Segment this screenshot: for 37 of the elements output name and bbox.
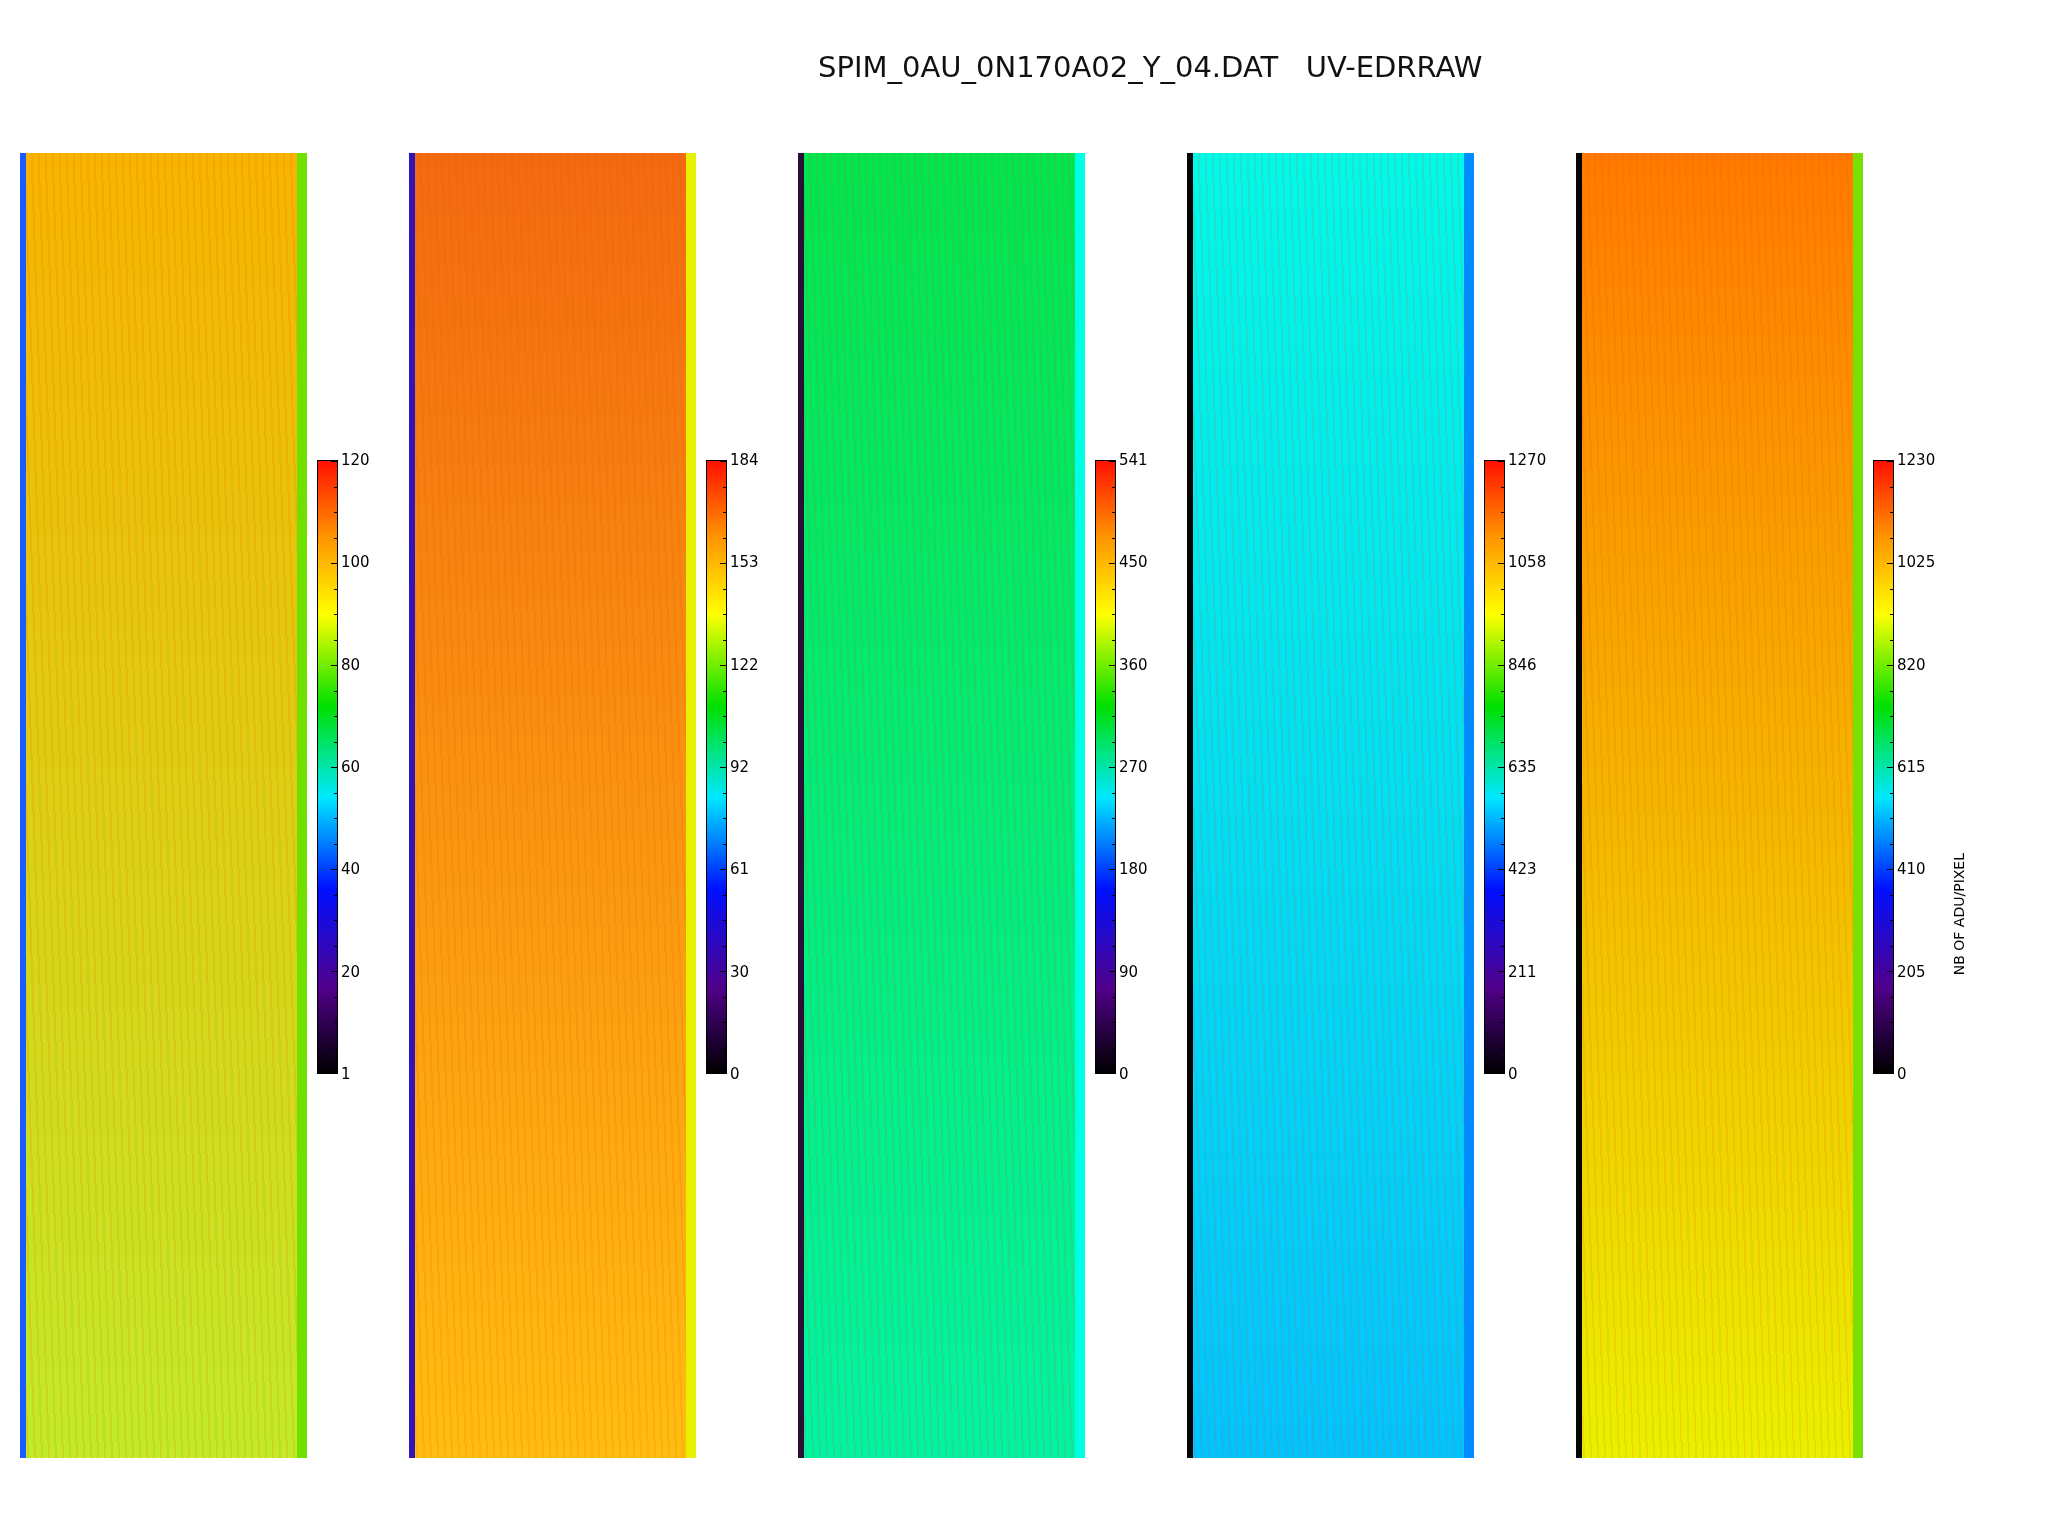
colorbar-label: 635 bbox=[1508, 758, 1537, 776]
colorbar-label: 180 bbox=[1119, 860, 1148, 879]
colorbar-label: 60 bbox=[341, 758, 361, 776]
colorbar-label: 820 bbox=[1897, 655, 1926, 674]
colorbar-label: 205 bbox=[1897, 962, 1926, 981]
colorbar-label: 360 bbox=[1119, 655, 1148, 674]
colorbar-label: 270 bbox=[1119, 758, 1148, 776]
colorbar-label: 0 bbox=[730, 1064, 740, 1083]
colorbar-label: 0 bbox=[1508, 1064, 1518, 1083]
colorbar-label: 211 bbox=[1508, 962, 1537, 981]
colorbar-label: 122 bbox=[730, 655, 759, 674]
colorbar-label: 1230 bbox=[1897, 451, 1936, 469]
colorbar-label: 92 bbox=[730, 758, 750, 776]
colorbar-label: 423 bbox=[1508, 860, 1537, 879]
colorbar-label: 450 bbox=[1119, 553, 1148, 572]
figure-title: SPIM_0AU_0N170A02_Y_04.DAT UV-EDRRAW bbox=[818, 50, 1483, 84]
colorbar-label: 30 bbox=[730, 962, 750, 981]
colorbar-label: 846 bbox=[1508, 655, 1537, 674]
colorbar-label: 0 bbox=[1897, 1064, 1907, 1083]
colorbar-label: 100 bbox=[341, 553, 370, 572]
colorbar-label: 1270 bbox=[1508, 451, 1547, 469]
colorbar-label: 0 bbox=[1119, 1064, 1129, 1083]
colorbar-label: 1025 bbox=[1897, 553, 1936, 572]
colorbar-label: 541 bbox=[1119, 451, 1148, 469]
colorbar-label: 120 bbox=[341, 451, 370, 469]
colorbar-title: NB OF ADU/PIXEL bbox=[1951, 853, 1967, 976]
colorbar-label: 80 bbox=[341, 655, 361, 674]
colorbar-label: 184 bbox=[730, 451, 759, 469]
colorbar-label: 1058 bbox=[1508, 553, 1547, 572]
colorbar-label: 90 bbox=[1119, 962, 1139, 981]
colorbar-label: 40 bbox=[341, 860, 361, 879]
colorbar-label: 153 bbox=[730, 553, 759, 572]
colorbar-label: 20 bbox=[341, 962, 361, 981]
colorbar-label: 61 bbox=[730, 860, 750, 879]
colorbar-label: 615 bbox=[1897, 758, 1926, 776]
colorbar-label: 1 bbox=[341, 1064, 351, 1083]
colorbar-label: 410 bbox=[1897, 860, 1926, 879]
